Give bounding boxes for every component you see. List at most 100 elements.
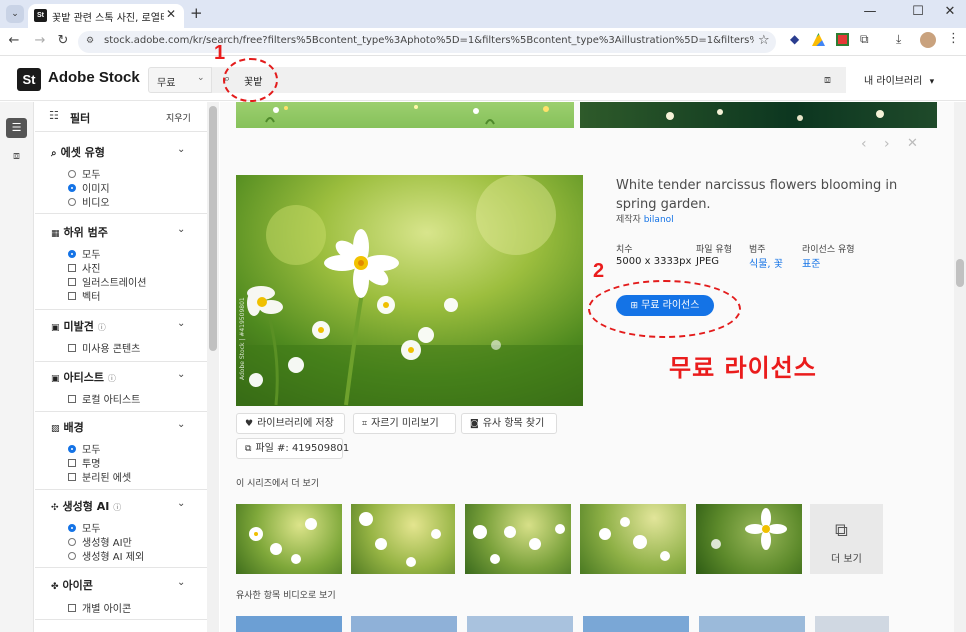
artist-header[interactable]: ▣ 아티스트 ⓘ (51, 369, 116, 385)
browser-menu-icon[interactable]: ⋮ (947, 31, 960, 46)
my-library-button[interactable]: 내 라이브러리 ▾ (864, 72, 934, 87)
license-type-link[interactable]: 표준 (802, 255, 820, 270)
maximize-icon[interactable]: ☐ (908, 4, 928, 19)
series-thumbnail[interactable] (236, 504, 342, 574)
subcategory-vector[interactable]: 벡터 (68, 288, 100, 303)
video-thumbnail[interactable] (699, 616, 805, 632)
video-thumbnail[interactable] (815, 616, 889, 632)
result-thumbnail[interactable] (580, 102, 937, 128)
reload-icon[interactable]: ↻ (55, 33, 71, 48)
forward-icon[interactable]: → (32, 33, 48, 48)
artist-section: ▣ 아티스트 ⓘ ⌄ 로컬 아티스트 (35, 362, 207, 412)
drive-icon[interactable] (812, 33, 825, 46)
subcategory-all[interactable]: 모두 (68, 246, 100, 261)
background-transparent[interactable]: 투명 (68, 455, 100, 470)
camera-search-icon[interactable]: ⧈ (824, 73, 831, 87)
background-isolated[interactable]: 분리된 에셋 (68, 469, 131, 484)
my-library-label: 내 라이브러리 (864, 76, 923, 87)
series-thumbnail[interactable] (465, 504, 571, 574)
tab-favicon: St (34, 9, 47, 22)
next-arrow-icon[interactable]: › (884, 136, 890, 152)
see-more-tile[interactable]: ⧉ 더 보기 (810, 504, 883, 574)
asset-preview-image[interactable]: Adobe Stock | #419509801 (236, 175, 583, 406)
window-close-icon[interactable]: ✕ (940, 4, 960, 19)
filter-panel-icon[interactable]: ☰ (6, 118, 27, 138)
subcategory-header[interactable]: ▦ 하위 범주 (51, 224, 108, 240)
asset-type-video[interactable]: 비디오 (68, 194, 110, 209)
background-all[interactable]: 모두 (68, 441, 100, 456)
site-info-icon[interactable]: ⚙ (86, 36, 94, 46)
extensions-puzzle-icon[interactable]: ⧉ (860, 32, 869, 47)
video-thumbnail[interactable] (236, 616, 342, 632)
subcategory-photo[interactable]: 사진 (68, 260, 100, 275)
individual-icon-checkbox[interactable]: 개별 아이콘 (68, 600, 131, 615)
clear-filters-button[interactable]: 지우기 (166, 111, 191, 124)
download-icon[interactable]: ⤓ (896, 32, 901, 47)
author-link[interactable]: bilanol (644, 215, 674, 225)
undiscovered-section: ▣ 미발견 ⓘ ⌄ 미사용 콘텐츠 (35, 310, 207, 362)
chevron-down-icon[interactable]: ⌄ (177, 369, 185, 380)
series-thumbnail[interactable] (351, 504, 455, 574)
tab-search-icon[interactable]: ⌄ (6, 5, 24, 23)
new-tab-icon[interactable]: + (190, 4, 203, 22)
chevron-down-icon[interactable]: ⌄ (177, 419, 185, 430)
generative-ai-only[interactable]: 생성형 AI만 (68, 534, 132, 549)
page-scrollbar[interactable] (954, 102, 966, 632)
camera-icon: ◙ (470, 419, 479, 429)
unused-content-checkbox[interactable]: 미사용 콘텐츠 (68, 340, 140, 355)
browser-tab[interactable]: St 꽃밭 관련 스톡 사진, 로열티 프 ✕ (28, 4, 184, 28)
profile-avatar[interactable] (920, 32, 936, 48)
series-thumbnail[interactable] (580, 504, 686, 574)
search-input[interactable]: ⌕ 꽃밭 ⧈ (212, 67, 846, 93)
extension-icon[interactable] (836, 33, 849, 46)
save-to-library-button[interactable]: ♥ 라이브러리에 저장 (236, 413, 345, 434)
generative-ai-header[interactable]: ✣ 생성형 AI ⓘ (51, 498, 121, 514)
adobe-stock-wordmark[interactable]: Adobe Stock (48, 69, 140, 86)
chevron-down-icon[interactable]: ⌄ (177, 224, 185, 235)
scope-select[interactable]: 무료 ⌄ (148, 67, 212, 93)
page-scrollbar-thumb[interactable] (956, 259, 964, 287)
video-thumbnail[interactable] (583, 616, 689, 632)
info-icon[interactable]: ⓘ (108, 374, 116, 383)
narcissus-photo (249, 518, 317, 564)
icon-filter-header[interactable]: ✤ 아이콘 (51, 577, 93, 593)
address-bar[interactable]: ⚙ stock.adobe.com/kr/search/free?filters… (78, 31, 776, 53)
close-icon[interactable]: ✕ (907, 136, 918, 151)
video-thumbnail[interactable] (351, 616, 457, 632)
background-section: ▨ 배경 ⌄ 모두 투명 분리된 에셋 (35, 412, 207, 490)
star-icon[interactable]: ☆ (758, 33, 770, 48)
adobe-stock-logo[interactable]: St (17, 68, 41, 91)
info-icon[interactable]: ⓘ (113, 503, 121, 512)
visual-search-rail-icon[interactable]: ⧈ (6, 146, 27, 166)
asset-type-header[interactable]: ⌕ 에셋 유형 (51, 144, 105, 160)
video-thumbnail[interactable] (467, 616, 573, 632)
asset-type-all[interactable]: 모두 (68, 166, 100, 181)
undiscovered-title: 미발견 (63, 320, 94, 333)
chevron-down-icon[interactable]: ⌄ (177, 498, 185, 509)
local-artist-checkbox[interactable]: 로컬 아티스트 (68, 391, 140, 406)
result-thumbnail[interactable] (236, 102, 574, 128)
chevron-down-icon[interactable]: ⌄ (177, 144, 185, 155)
filter-scrollbar[interactable] (207, 102, 219, 632)
filter-scrollbar-thumb[interactable] (209, 106, 217, 351)
background-header[interactable]: ▨ 배경 (51, 419, 84, 435)
prev-arrow-icon[interactable]: ‹ (861, 136, 867, 152)
minimize-icon[interactable]: — (860, 4, 880, 19)
chevron-down-icon[interactable]: ⌄ (177, 577, 185, 588)
tab-close-icon[interactable]: ✕ (166, 7, 176, 21)
file-number-button[interactable]: ⧉ 파일 #: 419509801 (236, 438, 349, 459)
find-similar-button[interactable]: ◙ 유사 항목 찾기 (461, 413, 557, 434)
chevron-down-icon[interactable]: ⌄ (177, 318, 185, 329)
extension-shield-icon[interactable]: ◆ (790, 32, 799, 46)
generative-ai-exclude[interactable]: 생성형 AI 제외 (68, 548, 144, 563)
back-icon[interactable]: ← (6, 33, 22, 48)
category-link[interactable]: 식물, 꽃 (749, 255, 783, 270)
undiscovered-header[interactable]: ▣ 미발견 ⓘ (51, 318, 106, 334)
series-thumbnail[interactable] (696, 504, 802, 574)
crop-preview-button[interactable]: ⌗ 자르기 미리보기 (353, 413, 456, 434)
generative-ai-all[interactable]: 모두 (68, 520, 100, 535)
asset-type-image[interactable]: 이미지 (68, 180, 110, 195)
heart-icon: ♥ (245, 419, 254, 429)
info-icon[interactable]: ⓘ (98, 323, 106, 332)
subcategory-illustration[interactable]: 일러스트레이션 (68, 274, 146, 289)
